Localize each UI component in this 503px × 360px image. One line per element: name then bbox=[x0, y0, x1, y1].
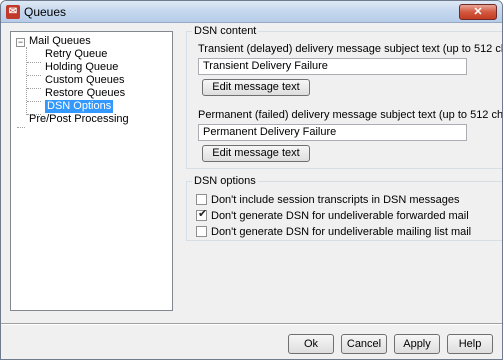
queue-tree: − Mail Queues Retry Queue Holding Queue … bbox=[10, 31, 173, 311]
no-session-transcripts-label[interactable]: Don't include session transcripts in DSN… bbox=[211, 194, 459, 206]
app-icon: ✉ bbox=[6, 5, 20, 19]
footer-separator bbox=[1, 323, 502, 325]
tree-item-mail-queues[interactable]: Mail Queues bbox=[29, 35, 91, 48]
no-dsn-forwarded-checkbox[interactable]: ✔ bbox=[196, 208, 208, 221]
dsn-options-group: DSN options Don't include session transc… bbox=[186, 175, 502, 241]
transient-subject-label: Transient (delayed) delivery message sub… bbox=[198, 43, 503, 55]
tree-connector bbox=[26, 47, 27, 115]
tree-item-retry-queue[interactable]: Retry Queue bbox=[45, 48, 107, 61]
group-title-dsn-options: DSN options bbox=[192, 175, 258, 187]
no-dsn-mailing-list-checkbox[interactable] bbox=[196, 226, 207, 237]
no-session-transcripts-checkbox[interactable] bbox=[196, 194, 207, 205]
tree-connector bbox=[27, 101, 41, 102]
ok-button[interactable]: Ok bbox=[288, 334, 334, 354]
cancel-button[interactable]: Cancel bbox=[341, 334, 387, 354]
tree-connector bbox=[27, 75, 41, 76]
edit-permanent-message-button[interactable]: Edit message text bbox=[202, 145, 310, 162]
collapse-icon[interactable]: − bbox=[16, 38, 25, 47]
title-bar: ✉ Queues ✕ bbox=[1, 1, 502, 23]
tree-item-pre-post-processing[interactable]: Pre/Post Processing bbox=[29, 113, 129, 126]
tree-item-dsn-options[interactable]: DSN Options bbox=[45, 100, 114, 113]
close-button[interactable]: ✕ bbox=[459, 4, 497, 20]
no-dsn-mailing-list-label[interactable]: Don't generate DSN for undeliverable mai… bbox=[211, 226, 471, 238]
transient-subject-input[interactable]: Transient Delivery Failure bbox=[198, 58, 467, 75]
apply-button[interactable]: Apply bbox=[394, 334, 440, 354]
tree-item-holding-queue[interactable]: Holding Queue bbox=[45, 61, 118, 74]
tree-item-custom-queues[interactable]: Custom Queues bbox=[45, 74, 124, 87]
tree-item-restore-queues[interactable]: Restore Queues bbox=[45, 87, 125, 100]
permanent-subject-label: Permanent (failed) delivery message subj… bbox=[198, 109, 503, 121]
tree-connector bbox=[17, 127, 25, 128]
checkmark-icon: ✔ bbox=[198, 208, 208, 220]
queues-dialog: ✉ Queues ✕ − Mail Queues Retry Queue Hol… bbox=[0, 0, 503, 360]
dsn-content-group: DSN content Transient (delayed) delivery… bbox=[186, 25, 503, 169]
no-dsn-forwarded-label[interactable]: Don't generate DSN for undeliverable for… bbox=[211, 210, 469, 222]
window-title: Queues bbox=[24, 5, 67, 19]
help-button[interactable]: Help bbox=[447, 334, 493, 354]
group-title-dsn-content: DSN content bbox=[192, 25, 259, 37]
permanent-subject-input[interactable]: Permanent Delivery Failure bbox=[198, 124, 467, 141]
tree-connector bbox=[27, 62, 41, 63]
tree-connector bbox=[27, 88, 41, 89]
edit-transient-message-button[interactable]: Edit message text bbox=[202, 79, 310, 96]
